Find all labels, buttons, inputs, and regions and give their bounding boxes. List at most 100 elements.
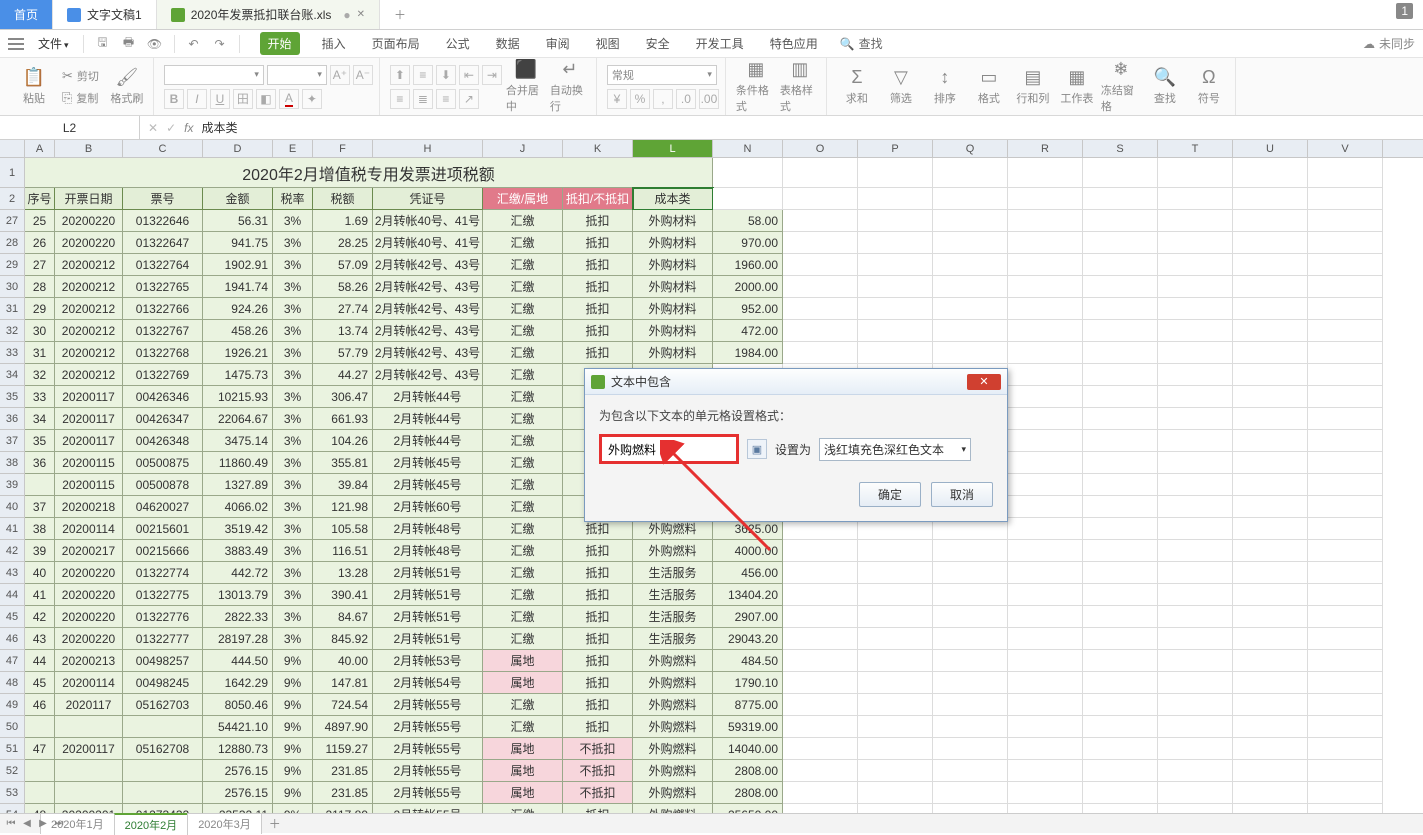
cell[interactable] xyxy=(1008,474,1083,496)
table-cell[interactable]: 01322765 xyxy=(123,276,203,298)
table-cell[interactable]: 汇缴 xyxy=(483,254,563,276)
cell[interactable] xyxy=(1158,606,1233,628)
table-cell[interactable]: 汇缴 xyxy=(483,320,563,342)
table-cell[interactable]: 汇缴 xyxy=(483,562,563,584)
cell[interactable] xyxy=(1308,158,1383,188)
cell[interactable] xyxy=(858,694,933,716)
table-cell[interactable]: 845.92 xyxy=(313,628,373,650)
table-cell[interactable]: 57.09 xyxy=(313,254,373,276)
tab-view[interactable]: 视图 xyxy=(592,32,624,55)
table-cell[interactable]: 9% xyxy=(273,650,313,672)
cell[interactable] xyxy=(858,276,933,298)
table-cell[interactable]: 20200217 xyxy=(55,540,123,562)
cell[interactable] xyxy=(858,540,933,562)
cell[interactable] xyxy=(1233,672,1308,694)
cell[interactable] xyxy=(1308,364,1383,386)
table-cell[interactable]: 3% xyxy=(273,540,313,562)
table-cell[interactable]: 3% xyxy=(273,628,313,650)
table-cell[interactable]: 29043.20 xyxy=(713,628,783,650)
cell[interactable] xyxy=(1008,320,1083,342)
table-cell[interactable]: 3% xyxy=(273,562,313,584)
cell[interactable] xyxy=(1008,158,1083,188)
cell[interactable] xyxy=(1083,158,1158,188)
table-cell[interactable]: 3% xyxy=(273,276,313,298)
fx-accept-icon[interactable]: ✓ xyxy=(166,121,176,135)
cell[interactable] xyxy=(1308,694,1383,716)
table-cell[interactable]: 汇缴 xyxy=(483,364,563,386)
merge-button[interactable]: ⬛合并居中 xyxy=(506,63,546,111)
align-center-button[interactable]: ≣ xyxy=(413,89,433,109)
cell[interactable] xyxy=(1158,716,1233,738)
table-cell[interactable]: 12880.73 xyxy=(203,738,273,760)
cell[interactable] xyxy=(783,276,858,298)
col-header-O[interactable]: O xyxy=(783,140,858,157)
col-header-A[interactable]: A xyxy=(25,140,55,157)
table-cell[interactable]: 抵扣 xyxy=(563,232,633,254)
cell[interactable] xyxy=(1008,496,1083,518)
col-header-H[interactable]: H xyxy=(373,140,483,157)
cell[interactable] xyxy=(783,628,858,650)
table-cell[interactable]: 9% xyxy=(273,738,313,760)
table-cell[interactable]: 01322774 xyxy=(123,562,203,584)
cell[interactable] xyxy=(1158,738,1233,760)
cell[interactable] xyxy=(1308,518,1383,540)
find-button[interactable]: 🔍查找 xyxy=(1145,63,1185,111)
table-cell[interactable]: 属地 xyxy=(483,782,563,804)
cell[interactable] xyxy=(1008,342,1083,364)
copy-button[interactable]: ⎘复制 xyxy=(58,88,103,108)
indent-dec-button[interactable]: ⇤ xyxy=(459,65,479,85)
paste-button[interactable]: 📋粘贴 xyxy=(14,63,54,111)
table-header[interactable] xyxy=(713,188,783,210)
cell[interactable] xyxy=(1008,650,1083,672)
table-cell[interactable]: 00498257 xyxy=(123,650,203,672)
table-cell[interactable] xyxy=(25,474,55,496)
table-cell[interactable]: 汇缴 xyxy=(483,386,563,408)
table-cell[interactable]: 3% xyxy=(273,364,313,386)
cell[interactable] xyxy=(1083,188,1158,210)
table-cell[interactable]: 00500878 xyxy=(123,474,203,496)
table-cell[interactable]: 39 xyxy=(25,540,55,562)
table-cell[interactable]: 30 xyxy=(25,320,55,342)
cell[interactable] xyxy=(1233,320,1308,342)
row-header[interactable]: 33 xyxy=(0,342,25,364)
fill-color-button[interactable]: ◧ xyxy=(256,89,276,109)
cell[interactable] xyxy=(1308,320,1383,342)
cell[interactable] xyxy=(1158,474,1233,496)
cell[interactable] xyxy=(858,158,933,188)
table-cell[interactable]: 458.26 xyxy=(203,320,273,342)
cell[interactable] xyxy=(1308,628,1383,650)
phonetic-button[interactable]: ✦ xyxy=(302,89,322,109)
table-cell[interactable]: 20200117 xyxy=(55,738,123,760)
cell[interactable] xyxy=(1083,584,1158,606)
cell[interactable] xyxy=(1158,210,1233,232)
row-header[interactable]: 43 xyxy=(0,562,25,584)
align-right-button[interactable]: ≡ xyxy=(436,89,456,109)
table-cell[interactable]: 3% xyxy=(273,210,313,232)
cell[interactable] xyxy=(1158,628,1233,650)
cell[interactable] xyxy=(1083,474,1158,496)
table-cell[interactable]: 外购材料 xyxy=(633,276,713,298)
table-cell[interactable]: 2月转帐51号 xyxy=(373,584,483,606)
cell[interactable] xyxy=(1008,562,1083,584)
table-cell[interactable]: 442.72 xyxy=(203,562,273,584)
table-cell[interactable]: 3% xyxy=(273,496,313,518)
cell[interactable] xyxy=(1158,188,1233,210)
table-cell[interactable]: 20200213 xyxy=(55,650,123,672)
table-cell[interactable]: 1960.00 xyxy=(713,254,783,276)
table-cell[interactable]: 8050.46 xyxy=(203,694,273,716)
table-cell[interactable]: 42 xyxy=(25,606,55,628)
table-cell[interactable]: 01322766 xyxy=(123,298,203,320)
cell[interactable] xyxy=(1008,254,1083,276)
table-cell[interactable]: 44 xyxy=(25,650,55,672)
table-cell[interactable]: 2月转帐55号 xyxy=(373,694,483,716)
table-cell[interactable]: 2月转帐45号 xyxy=(373,474,483,496)
table-cell[interactable]: 47 xyxy=(25,738,55,760)
table-cell[interactable]: 汇缴 xyxy=(483,430,563,452)
col-header-N[interactable]: N xyxy=(713,140,783,157)
cell[interactable] xyxy=(1308,386,1383,408)
table-cell[interactable]: 104.26 xyxy=(313,430,373,452)
cell[interactable] xyxy=(1008,738,1083,760)
cell[interactable] xyxy=(1308,408,1383,430)
table-cell[interactable]: 2月转帐44号 xyxy=(373,386,483,408)
wrap-button[interactable]: ↵自动换行 xyxy=(550,63,590,111)
